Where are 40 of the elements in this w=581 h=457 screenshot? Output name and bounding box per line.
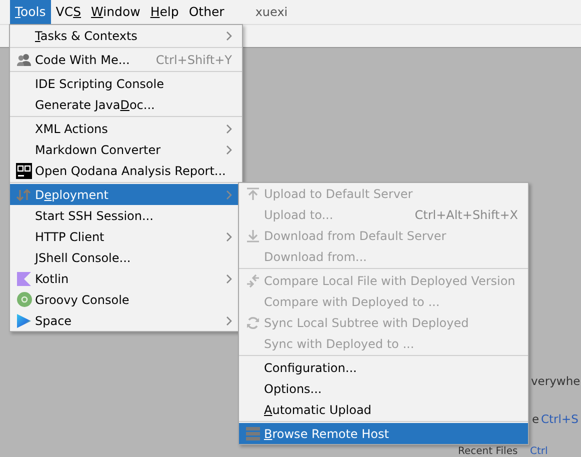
up-down-arrows-icon [16, 188, 32, 202]
welcome-hint-text: e [532, 412, 540, 426]
menu-item[interactable]: Kotlin [10, 268, 242, 289]
people-icon [16, 52, 32, 66]
kotlin-icon [17, 272, 31, 286]
menu-item[interactable]: JShell Console... [10, 247, 242, 268]
menu-item[interactable]: Groovy Console [10, 289, 242, 310]
compare-arrows-icon [246, 274, 260, 288]
menu-item[interactable]: Automatic Upload [239, 399, 528, 420]
sync-icon [246, 316, 260, 330]
download-icon [246, 228, 260, 242]
welcome-hint-text: verywhe [531, 374, 580, 388]
menu-item[interactable]: Open Qodana Analysis Report... [10, 160, 242, 181]
welcome-hint-text: Recent Files [458, 447, 518, 457]
menu-item[interactable]: Configuration... [239, 357, 528, 378]
triangle-icon [16, 312, 32, 328]
welcome-hint-text: Ctrl+S [541, 412, 578, 426]
menu-bar-item[interactable]: VCS [50, 0, 86, 24]
menu-item[interactable]: HTTP Client [10, 226, 242, 247]
menu-item[interactable]: Markdown Converter [10, 139, 242, 160]
menu-bar-item[interactable]: Window [86, 0, 146, 24]
menu-item[interactable]: IDE Scripting Console [10, 73, 242, 94]
project-name: xuexi [255, 5, 288, 19]
menu-item[interactable]: Start SSH Session... [10, 205, 242, 226]
circle-icon [16, 292, 32, 307]
menu-item[interactable]: Generate JavaDoc... [10, 94, 242, 115]
menu-item[interactable]: Browse Remote Host [239, 423, 528, 444]
menu-bar-item[interactable]: Tools [10, 0, 51, 24]
menu-item[interactable]: Code With Me... Ctrl+Shift+Y [10, 49, 242, 70]
shortcut-text: Ctrl+Shift+Y [156, 52, 232, 66]
upload-icon [246, 186, 260, 200]
menu-bar-item[interactable]: Help [145, 0, 184, 24]
logo-icon [16, 162, 32, 178]
welcome-hint-text: Ctrl [530, 447, 548, 457]
menu-item[interactable]: Space [10, 310, 242, 331]
menu-bar-item[interactable]: Other [184, 0, 230, 24]
shortcut-text: Ctrl+Alt+Shift+X [414, 208, 518, 222]
server-icon [246, 426, 260, 440]
menu-item[interactable]: Options... [239, 378, 528, 399]
menu-item[interactable]: XML Actions [10, 118, 242, 139]
